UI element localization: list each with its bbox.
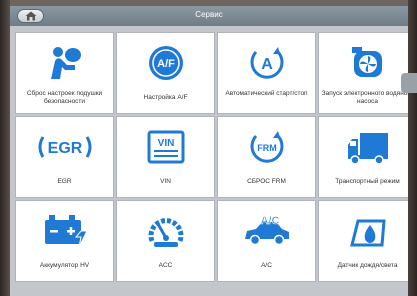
tile-hv-battery[interactable]: Аккумулятор HV [15, 200, 114, 282]
tile-auto-start-stop[interactable]: A Автоматический старт/стоп [217, 32, 316, 114]
vin-icon: VIN [147, 130, 184, 164]
battery-icon [44, 215, 87, 248]
tile-label: Аккумулятор HV [39, 262, 90, 269]
tile-label: Сброс настроек подушки безопасности [26, 90, 103, 105]
frm-icon: FRM [250, 131, 283, 163]
svg-text:VIN: VIN [157, 138, 174, 149]
tile-label: ACC [158, 262, 173, 269]
tile-label: A/C [261, 262, 272, 269]
device-bezel-right [408, 0, 417, 296]
af-icon: A/F [148, 46, 183, 80]
tile-label: Транспортный режим [335, 178, 400, 185]
device-bezel-left [0, 0, 10, 296]
svg-text:FRM: FRM [257, 143, 277, 153]
svg-text:A/C: A/C [260, 215, 279, 227]
screen: Сервис Сброс настроек подушки безопаснос… [10, 6, 408, 296]
tile-af-adjust[interactable]: A/F Настройка A/F [116, 32, 215, 114]
tile-acc[interactable]: ACC [116, 200, 215, 282]
svg-text:EGR: EGR [47, 140, 82, 157]
tile-frm-reset[interactable]: FRM СБРОС FRM [217, 116, 316, 198]
tile-airbag-reset[interactable]: Сброс настроек подушки безопасности [15, 32, 114, 114]
svg-text:A/F: A/F [157, 58, 175, 70]
auto-start-stop-icon: A [250, 47, 283, 79]
side-tab-button[interactable] [401, 73, 417, 93]
tile-label: EGR [57, 178, 72, 185]
page-title: Сервис [195, 10, 223, 19]
tile-label: СБРОС FRM [247, 178, 286, 185]
rain-sensor-icon [349, 219, 386, 247]
tile-label: Датчик дождя/света [337, 262, 398, 269]
egr-icon: EGR [38, 136, 91, 158]
tile-label: Автоматический старт/стоп [225, 90, 308, 97]
truck-icon [347, 133, 388, 165]
tile-label: Запуск электронного водяного насоса [321, 90, 408, 105]
tile-transport-mode[interactable]: Транспортный режим [318, 116, 408, 198]
ac-car-icon: A/C [244, 215, 289, 246]
tile-vin[interactable]: VIN VIN [116, 116, 215, 198]
tile-label: VIN [160, 178, 171, 185]
tile-rain-light-sensor[interactable]: Датчик дождя/света [318, 200, 408, 282]
tile-water-pump[interactable]: Запуск электронного водяного насоса [318, 32, 408, 114]
tile-egr[interactable]: EGR EGR [15, 116, 114, 198]
airbag-icon [50, 47, 81, 79]
tile-ac[interactable]: A/C A/C [217, 200, 316, 282]
acc-icon [148, 218, 183, 247]
svg-text:A: A [261, 56, 273, 73]
top-bar: Сервис [10, 6, 408, 26]
water-pump-icon [351, 47, 382, 77]
tile-label: Настройка A/F [143, 94, 188, 101]
